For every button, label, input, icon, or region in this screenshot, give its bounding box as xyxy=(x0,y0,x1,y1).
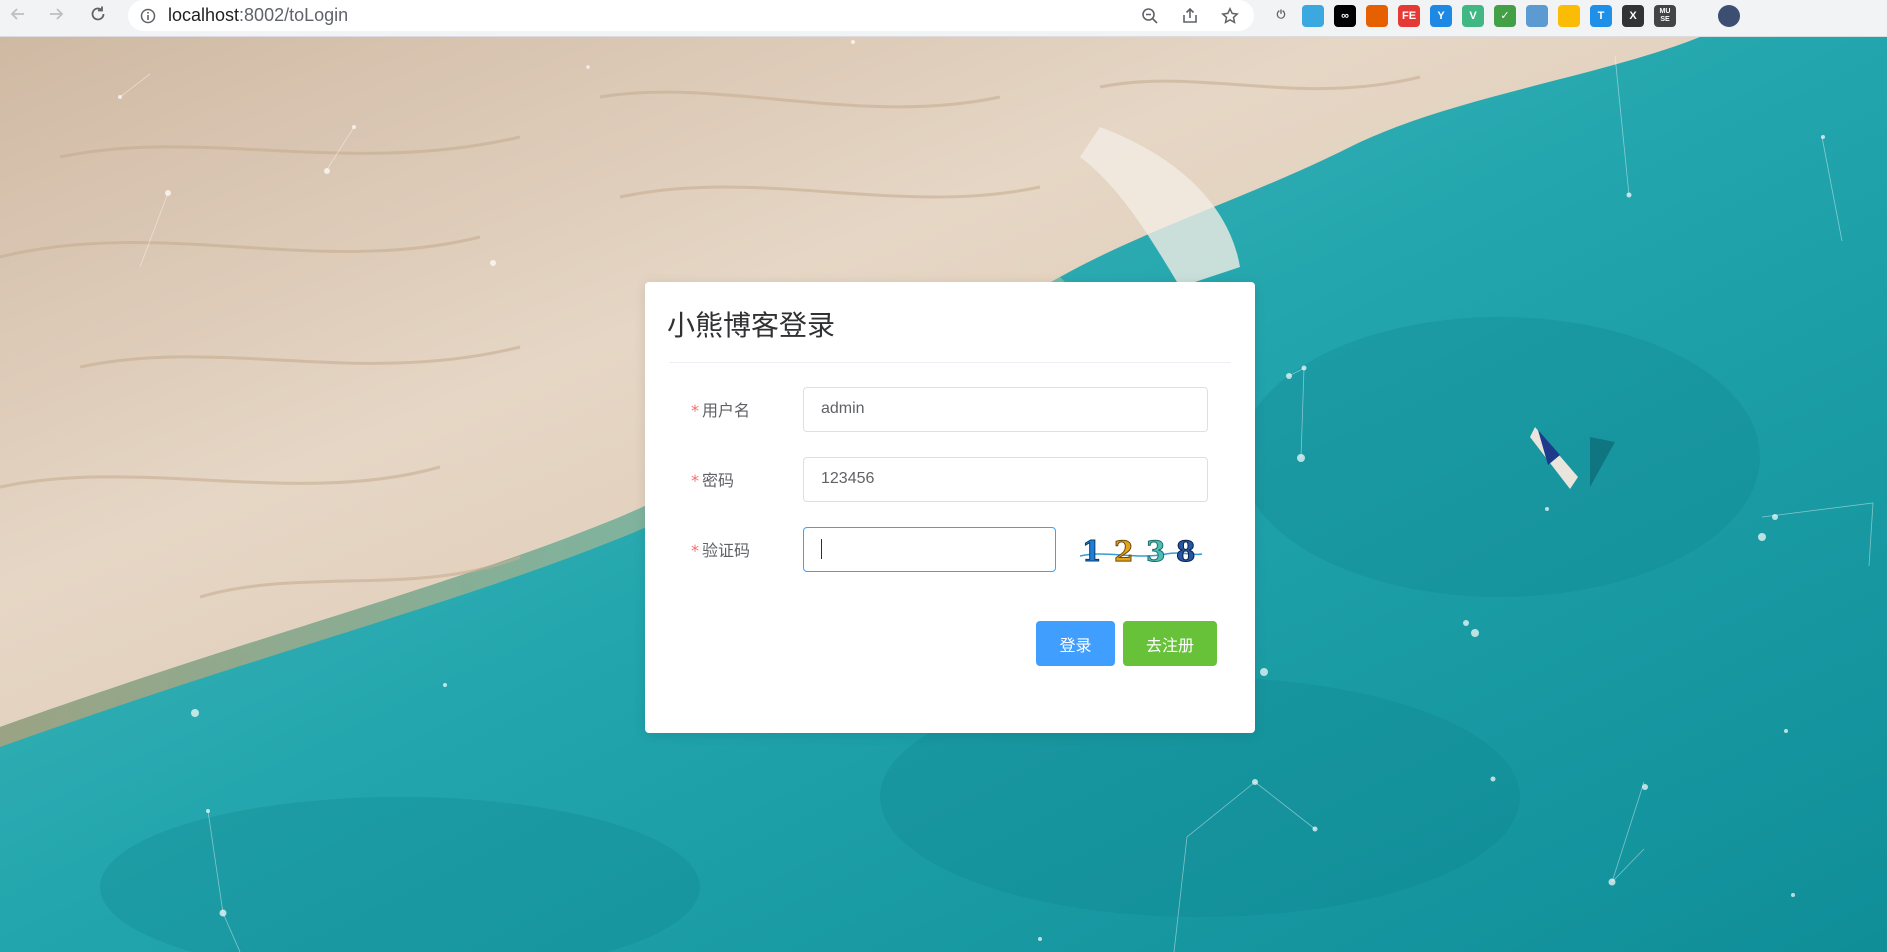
back-button[interactable] xyxy=(4,0,32,28)
required-mark: * xyxy=(691,401,699,420)
extension-color-icon[interactable] xyxy=(1558,4,1580,27)
info-icon[interactable] xyxy=(140,8,156,24)
share-button[interactable] xyxy=(1178,4,1202,28)
username-label: * 用户名 xyxy=(691,397,803,421)
captcha-label: * 验证码 xyxy=(691,537,803,561)
username-row: * 用户名 admin xyxy=(691,386,1211,432)
captcha-row: * 验证码 1 2 3 8 xyxy=(691,526,1211,572)
address-bar[interactable]: localhost:8002/toLogin xyxy=(128,0,1254,31)
extension-infinity-icon[interactable]: ∞ xyxy=(1334,4,1356,27)
password-label-text: 密码 xyxy=(702,471,735,490)
captcha-char: 1 xyxy=(1082,535,1101,568)
zoom-button[interactable] xyxy=(1138,4,1162,28)
username-label-text: 用户名 xyxy=(702,401,751,420)
password-label: * 密码 xyxy=(691,467,803,491)
captcha-image[interactable]: 1 2 3 8 xyxy=(1076,526,1204,572)
captcha-char: 2 xyxy=(1114,535,1133,568)
forward-button[interactable] xyxy=(42,0,70,28)
login-card: 小熊博客登录 * 用户名 admin * 密码 123456 * 验证码 1 2 3 … xyxy=(645,282,1255,733)
captcha-char: 8 xyxy=(1176,535,1195,568)
login-title: 小熊博客登录 xyxy=(667,309,836,342)
reload-icon xyxy=(91,6,105,21)
extension-cat-icon[interactable] xyxy=(1302,4,1324,27)
password-value: 123456 xyxy=(821,470,875,487)
register-button[interactable]: 去注册 xyxy=(1123,621,1217,666)
extension-fe-icon[interactable]: FE xyxy=(1398,4,1420,27)
browser-toolbar: localhost:8002/toLogin ⏻ ∞ FE Y V ✓ T X MU SE xyxy=(0,0,1887,37)
username-input[interactable]: admin xyxy=(803,386,1208,432)
extensions-bar: ⏻ ∞ FE Y V ✓ T X MU SE xyxy=(1270,0,1740,31)
extension-grid-icon[interactable] xyxy=(1526,4,1548,27)
profile-avatar-icon[interactable] xyxy=(1718,4,1740,27)
required-mark: * xyxy=(691,471,699,490)
captcha-input[interactable] xyxy=(803,526,1056,572)
bookmark-button[interactable] xyxy=(1218,4,1242,28)
extensions-puzzle-icon[interactable] xyxy=(1686,5,1708,27)
username-value: admin xyxy=(821,400,865,417)
arrow-left-icon xyxy=(10,8,24,20)
star-icon xyxy=(1221,6,1239,24)
extension-t-icon[interactable]: T xyxy=(1590,4,1612,27)
url-text[interactable]: localhost:8002/toLogin xyxy=(168,5,348,26)
password-input[interactable]: 123456 xyxy=(803,456,1208,502)
power-icon[interactable]: ⏻ xyxy=(1270,5,1292,27)
required-mark: * xyxy=(691,541,699,560)
captcha-image-graphic: 1 2 3 8 xyxy=(1079,535,1203,569)
extension-y-icon[interactable]: Y xyxy=(1430,4,1452,27)
text-cursor xyxy=(821,539,822,559)
url-host: localhost xyxy=(168,5,240,25)
login-button[interactable]: 登录 xyxy=(1036,621,1115,666)
reload-button[interactable] xyxy=(84,0,112,28)
arrow-right-icon xyxy=(50,8,64,20)
url-path: :8002/toLogin xyxy=(239,5,349,25)
zoom-out-icon xyxy=(1142,7,1158,24)
password-row: * 密码 123456 xyxy=(691,456,1211,502)
extension-vue-icon[interactable]: V xyxy=(1462,4,1484,27)
extension-x-icon[interactable]: X xyxy=(1622,4,1644,27)
extension-muse-icon[interactable]: MU SE xyxy=(1654,4,1676,27)
extension-firefox-icon[interactable] xyxy=(1366,4,1388,27)
captcha-char: 3 xyxy=(1146,535,1165,568)
captcha-label-text: 验证码 xyxy=(702,541,751,560)
extension-shield-icon[interactable]: ✓ xyxy=(1494,4,1516,27)
share-icon xyxy=(1183,7,1197,23)
